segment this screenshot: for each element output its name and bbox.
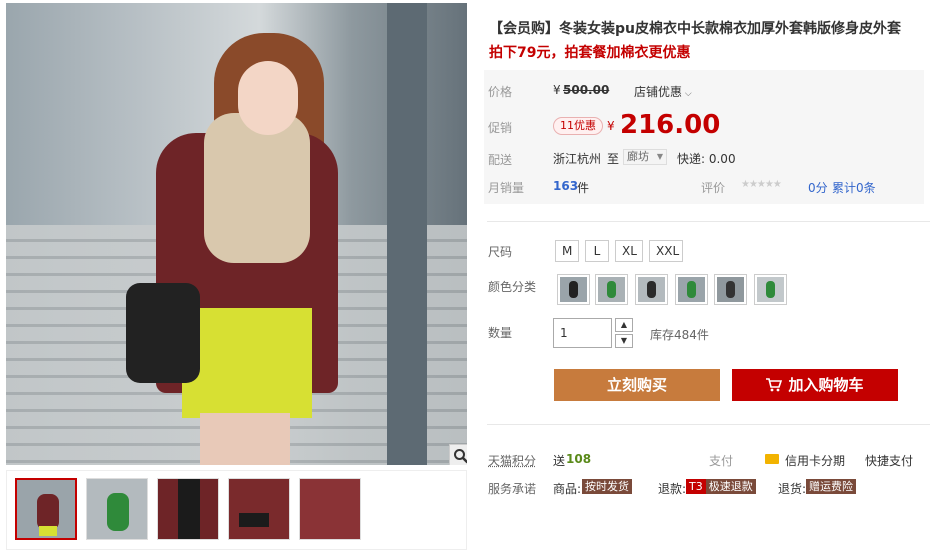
monthly-sales-count: 163	[553, 179, 579, 193]
product-title: 【会员购】冬装女装pu皮棉衣中长款棉衣加厚外套韩版修身皮外套	[489, 21, 901, 37]
monthly-sales-unit: 件	[577, 181, 590, 195]
goods-label: 商品:	[553, 482, 582, 496]
return-label: 退款:	[658, 482, 687, 496]
shipping-insurance-badge: 赠运费险	[806, 479, 856, 494]
fast-refund-badge: T3 极速退款	[686, 479, 756, 494]
on-time-delivery-text: 按时发货	[582, 479, 632, 494]
thumbnail-strip	[6, 470, 467, 550]
divider	[487, 424, 930, 425]
rating-score: 0分	[808, 181, 828, 195]
shipping-label: 配送	[488, 153, 513, 167]
thumbnail-4[interactable]	[228, 478, 290, 540]
chevron-down-icon: ⌵	[682, 89, 692, 99]
caret-up-icon: ▲	[620, 320, 628, 329]
model-scarf	[204, 113, 310, 263]
credit-card-icon	[765, 454, 779, 464]
zoom-button[interactable]	[449, 444, 467, 465]
color-swatch-4[interactable]	[675, 274, 708, 305]
model-face	[238, 61, 298, 135]
background-pillar	[387, 3, 427, 465]
model-legs	[200, 413, 290, 465]
destination-value: 廊坊	[627, 150, 649, 163]
quantity-label: 数量	[488, 326, 513, 340]
shipping-to: 至	[607, 152, 620, 166]
caret-down-icon: ▼	[620, 336, 628, 345]
promo-label: 促销	[488, 121, 513, 135]
size-label: 尺码	[488, 245, 513, 259]
quantity-input[interactable]: 1	[553, 318, 612, 348]
caret-down-icon: ▼	[656, 152, 663, 161]
service-promise-label: 服务承诺	[488, 482, 537, 496]
main-product-image[interactable]	[6, 3, 467, 465]
rating-label: 评价	[701, 181, 726, 195]
size-option-xl[interactable]: XL	[615, 240, 643, 262]
model-skirt	[182, 308, 312, 418]
color-swatch-6[interactable]	[754, 274, 787, 305]
shipping-insurance-text: 赠运费险	[806, 479, 856, 494]
price-label: 价格	[488, 85, 513, 99]
color-swatch-2[interactable]	[595, 274, 628, 305]
thumbnail-3[interactable]	[157, 478, 219, 540]
shipping-fee: 快递: 0.00	[677, 152, 736, 166]
on-time-delivery-badge: 按时发货	[582, 479, 632, 494]
total-reviews-link[interactable]: 累计0条	[832, 179, 876, 196]
shop-discount-link[interactable]: 店铺优惠 ⌵	[634, 83, 692, 100]
promo-tag: 11优惠	[553, 117, 603, 135]
rating-stars-icon: ★★★★★	[741, 179, 782, 190]
points-value: 108	[566, 452, 592, 466]
size-option-l[interactable]: L	[585, 240, 609, 262]
thumbnail-1[interactable]	[15, 478, 77, 540]
fast-refund-text: 极速退款	[705, 479, 756, 494]
refund-label: 退货:	[778, 482, 807, 496]
magnifier-icon	[454, 449, 467, 464]
shipping-origin: 浙江杭州	[553, 152, 602, 166]
monthly-sales-label: 月销量	[488, 181, 525, 195]
stock-count: 库存484件	[650, 328, 709, 342]
color-swatch-3[interactable]	[635, 274, 668, 305]
quick-pay[interactable]: 快捷支付	[865, 452, 913, 469]
currency-symbol: ¥	[553, 83, 561, 97]
product-subtitle: 拍下79元，拍套餐加棉衣更优惠	[489, 45, 691, 61]
points-prefix: 送	[553, 454, 566, 468]
pay-label: 支付	[709, 454, 734, 468]
t3-badge: T3	[686, 479, 706, 494]
promo-price: 216.00	[620, 110, 721, 140]
cart-icon	[766, 378, 783, 392]
shop-discount-label: 店铺优惠	[634, 85, 683, 99]
original-price: 500.00	[563, 83, 610, 97]
color-label: 颜色分类	[488, 280, 537, 294]
color-swatch-1[interactable]	[557, 274, 590, 305]
destination-select[interactable]: 廊坊 ▼	[623, 149, 667, 165]
credit-card-installment[interactable]: 信用卡分期	[785, 452, 845, 469]
color-swatch-5[interactable]	[714, 274, 747, 305]
promo-currency-symbol: ¥	[607, 119, 615, 133]
buy-now-button[interactable]: 立刻购买	[554, 369, 720, 401]
add-to-cart-button[interactable]: 加入购物车	[732, 369, 898, 401]
tmall-points-label[interactable]: 天猫积分	[488, 452, 536, 469]
quantity-decrease-button[interactable]: ▼	[615, 334, 633, 348]
divider	[487, 221, 930, 222]
quantity-increase-button[interactable]: ▲	[615, 318, 633, 332]
model-bag	[126, 283, 200, 383]
add-to-cart-label: 加入购物车	[788, 376, 864, 394]
size-option-xxl[interactable]: XXL	[649, 240, 683, 262]
thumbnail-5[interactable]	[299, 478, 361, 540]
size-option-m[interactable]: M	[555, 240, 579, 262]
thumbnail-2[interactable]	[86, 478, 148, 540]
